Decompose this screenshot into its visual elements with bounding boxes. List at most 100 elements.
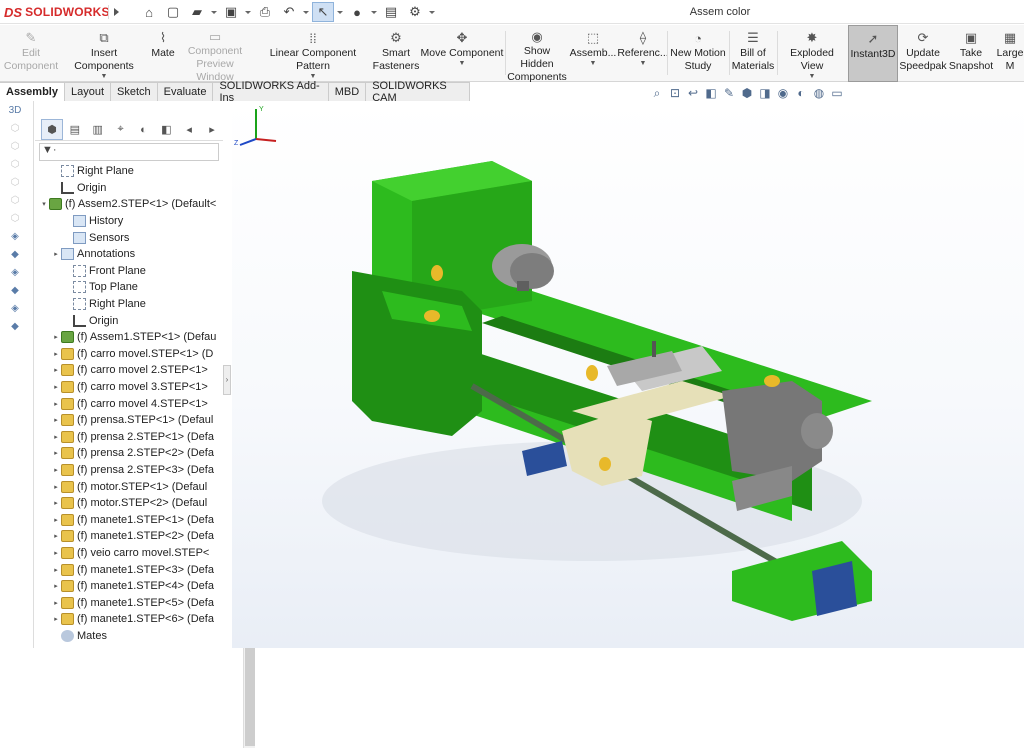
view-settings-icon[interactable]: ▭: [830, 86, 844, 100]
previous-view-icon[interactable]: ↩: [686, 86, 700, 100]
tree-node[interactable]: Front Plane: [35, 263, 223, 280]
expand-arrow-icon[interactable]: ▸: [51, 333, 61, 341]
strip-tool-icon[interactable]: ◆: [6, 249, 24, 263]
menu-expand-arrow-icon[interactable]: [108, 5, 122, 19]
linear-pattern-button[interactable]: ⁞⁞ Linear Component Pattern ▼: [254, 25, 372, 82]
expand-arrow-icon[interactable]: ▸: [51, 400, 61, 408]
dimxpert-tab-icon[interactable]: ⌖: [110, 119, 132, 140]
tree-node[interactable]: Mates: [35, 628, 223, 645]
smart-fasteners-button[interactable]: ⚙ Smart Fasteners: [372, 25, 420, 82]
tree-node[interactable]: Right Plane: [35, 163, 223, 180]
feature-manager-tab-icon[interactable]: ⬢: [41, 119, 63, 140]
tab-solidworks-cam[interactable]: SOLIDWORKS CAM: [366, 80, 470, 104]
expand-arrow-icon[interactable]: ▸: [51, 433, 61, 441]
display-style-icon[interactable]: ◨: [758, 86, 772, 100]
update-speedpak-button[interactable]: ⟳ Update Speedpak: [899, 25, 946, 82]
tree-node[interactable]: ▾ (f) Assem2.STEP<1> (Default<: [35, 196, 223, 213]
dropdown-caret-icon[interactable]: [336, 2, 344, 22]
dropdown-caret-icon[interactable]: [428, 2, 436, 22]
tree-node[interactable]: ▸ (f) manete1.STEP<6> (Defa: [35, 611, 223, 628]
tree-node[interactable]: ▸ (f) carro movel.STEP<1> (D: [35, 346, 223, 363]
strip-tool-icon[interactable]: ◆: [6, 321, 24, 335]
tab-mbd[interactable]: MBD: [328, 82, 367, 101]
tree-node[interactable]: History: [35, 213, 223, 230]
assembly-features-button[interactable]: ⬚ Assemb... ▼: [570, 25, 617, 82]
display-manager-tab-icon[interactable]: ◐: [133, 119, 155, 140]
expand-arrow-icon[interactable]: ▸: [51, 582, 61, 590]
collapse-arrow-icon[interactable]: ▾: [39, 200, 49, 208]
expand-arrow-icon[interactable]: ▸: [51, 350, 61, 358]
panel-collapse-handle[interactable]: ›: [223, 365, 231, 395]
edit-component-button[interactable]: ✎ Edit Component: [4, 25, 58, 82]
tree-node[interactable]: ▸ (f) manete1.STEP<2> (Defa: [35, 528, 223, 545]
dropdown-caret-icon[interactable]: [210, 2, 218, 22]
expand-arrow-icon[interactable]: ▸: [51, 416, 61, 424]
strip-tool-icon[interactable]: ◈: [6, 303, 24, 317]
tab-evaluate[interactable]: Evaluate: [157, 82, 214, 101]
hide-show-items-icon[interactable]: ◉: [776, 86, 790, 100]
bill-of-materials-button[interactable]: ☰ Bill of Materials: [730, 25, 776, 82]
expand-arrow-icon[interactable]: ▸: [51, 483, 61, 491]
tree-node[interactable]: ▸ (f) carro movel 2.STEP<1>: [35, 362, 223, 379]
expand-arrow-icon[interactable]: ▸: [51, 599, 61, 607]
expand-arrow-icon[interactable]: ▸: [51, 449, 61, 457]
tree-node[interactable]: ▸ (f) carro movel 3.STEP<1>: [35, 379, 223, 396]
zoom-to-fit-icon[interactable]: ⌕: [650, 86, 664, 101]
expand-arrow-icon[interactable]: ▸: [51, 366, 61, 374]
strip-tool-icon[interactable]: ◆: [6, 285, 24, 299]
tree-node[interactable]: ▸ (f) motor.STEP<1> (Defaul: [35, 478, 223, 495]
expand-arrow-icon[interactable]: ▸: [51, 532, 61, 540]
lathe-assembly-model[interactable]: [232, 101, 1024, 648]
save-icon[interactable]: ▣: [220, 2, 242, 22]
insert-components-button[interactable]: ⧉ Insert Components ▼: [60, 25, 148, 82]
tree-node[interactable]: ▸ (f) prensa 2.STEP<1> (Defa: [35, 429, 223, 446]
open-folder-icon[interactable]: ▰: [186, 2, 208, 22]
apply-scene-icon[interactable]: ◍: [812, 86, 826, 100]
strip-tool-icon[interactable]: ⬡: [6, 123, 24, 137]
tree-node[interactable]: ▸ Annotations: [35, 246, 223, 263]
component-preview-button[interactable]: ▭ Component Preview Window: [178, 25, 252, 83]
zoom-to-area-icon[interactable]: ⊡: [668, 86, 682, 100]
options-gear-icon[interactable]: ⚙: [404, 2, 426, 22]
mate-button[interactable]: ⌇ Mate: [148, 25, 178, 82]
expand-arrow-icon[interactable]: ▸: [51, 549, 61, 557]
move-component-button[interactable]: ✥ Move Component ▼: [420, 25, 504, 82]
tree-node[interactable]: Origin: [35, 312, 223, 329]
tab-layout[interactable]: Layout: [64, 82, 112, 101]
reference-geometry-button[interactable]: ⟠ Referenc... ▼: [617, 25, 668, 82]
panel-scroll-right-icon[interactable]: ▸: [201, 119, 223, 140]
dropdown-caret-icon[interactable]: [302, 2, 310, 22]
home-icon[interactable]: ⌂: [138, 2, 160, 22]
strip-tool-icon[interactable]: ◈: [6, 231, 24, 245]
undo-icon[interactable]: ↶: [278, 2, 300, 22]
exploded-view-caret-icon[interactable]: ▼: [809, 73, 816, 81]
tree-node[interactable]: ▸ (f) prensa 2.STEP<2> (Defa: [35, 445, 223, 462]
graphics-viewport[interactable]: Y Z: [232, 101, 1024, 648]
tree-node[interactable]: Top Plane: [35, 279, 223, 296]
print-icon[interactable]: ⎙: [254, 2, 276, 22]
property-manager-tab-icon[interactable]: ▤: [64, 119, 86, 140]
expand-arrow-icon[interactable]: ▸: [51, 499, 61, 507]
tree-node[interactable]: Origin: [35, 180, 223, 197]
tree-node[interactable]: ▸ (f) Assem1.STEP<1> (Defau: [35, 329, 223, 346]
strip-tool-icon[interactable]: ⬡: [6, 177, 24, 191]
new-motion-study-button[interactable]: ◔ New Motion Study: [668, 25, 728, 82]
tree-node[interactable]: ▸ (f) carro movel 4.STEP<1>: [35, 395, 223, 412]
panel-scroll-left-icon[interactable]: ◂: [178, 119, 200, 140]
tab-assembly[interactable]: Assembly: [0, 82, 65, 101]
tree-node[interactable]: ▸ (f) prensa 2.STEP<3> (Defa: [35, 462, 223, 479]
tab-solidworks-add-ins[interactable]: SOLIDWORKS Add-Ins: [213, 80, 329, 104]
insert-components-caret-icon[interactable]: ▼: [101, 73, 108, 81]
new-file-icon[interactable]: ▢: [162, 2, 184, 22]
strip-tool-icon[interactable]: ◈: [6, 267, 24, 281]
strip-tool-icon[interactable]: ⬡: [6, 195, 24, 209]
tree-node[interactable]: ▸ (f) manete1.STEP<4> (Defa: [35, 578, 223, 595]
take-snapshot-button[interactable]: ▣ Take Snapshot: [948, 25, 994, 82]
exploded-view-button[interactable]: ✸ Exploded View ▼: [778, 25, 846, 82]
reference-geometry-caret-icon[interactable]: ▼: [640, 60, 647, 68]
expand-arrow-icon[interactable]: ▸: [51, 615, 61, 623]
view-orientation-icon[interactable]: ⬢: [740, 86, 754, 100]
assembly-features-caret-icon[interactable]: ▼: [590, 60, 597, 68]
tree-node[interactable]: Right Plane: [35, 296, 223, 313]
large-design-review-button[interactable]: ▦ Large M: [996, 25, 1024, 82]
